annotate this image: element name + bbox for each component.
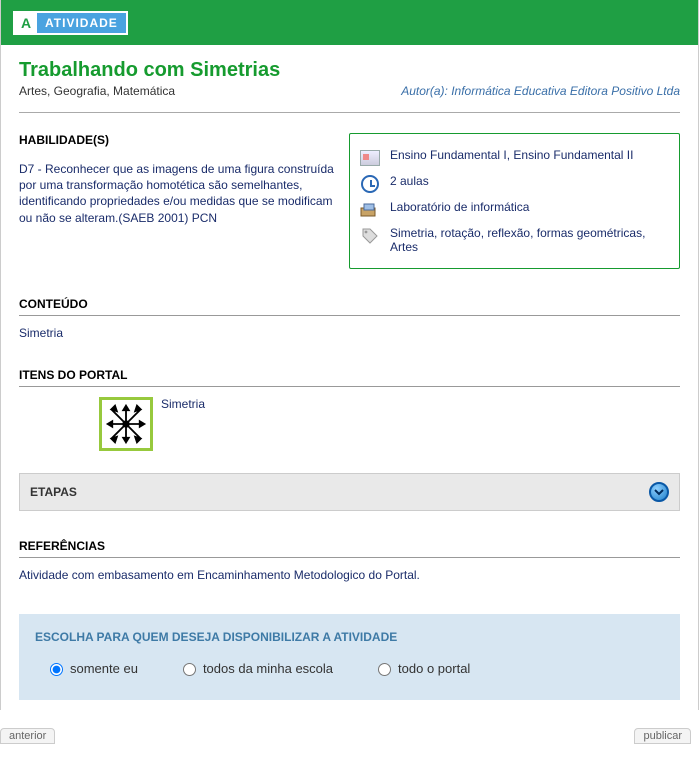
badge-label: ATIVIDADE <box>37 16 126 30</box>
share-radio-school[interactable] <box>183 663 196 676</box>
page-root: A ATIVIDADE Trabalhando com Simetrias Ar… <box>0 0 699 710</box>
info-level-row: Ensino Fundamental I, Ensino Fundamental… <box>360 148 669 168</box>
abilities-heading: HABILIDADE(S) <box>19 133 339 147</box>
etapas-heading: ETAPAS <box>30 485 77 499</box>
header-bar: A ATIVIDADE <box>1 0 698 45</box>
share-radio-portal[interactable] <box>378 663 391 676</box>
refs-text: Atividade com embasamento em Encaminhame… <box>19 568 680 582</box>
conteudo-text: Simetria <box>19 326 680 340</box>
refs-section: REFERÊNCIAS Atividade com embasamento em… <box>19 539 680 582</box>
portal-section: ITENS DO PORTAL <box>19 368 680 451</box>
info-tags: Simetria, rotação, reflexão, formas geom… <box>390 226 669 254</box>
share-option-me[interactable]: somente eu <box>45 660 138 676</box>
divider <box>19 112 680 113</box>
divider <box>19 315 680 316</box>
top-columns: HABILIDADE(S) D7 - Reconhecer que as ima… <box>19 133 680 269</box>
prev-button[interactable]: anterior <box>0 728 55 744</box>
portal-item[interactable]: Simetria <box>99 397 680 451</box>
footer-row: anterior publicar <box>0 726 699 744</box>
author-text: Autor(a): Informática Educativa Editora … <box>401 84 680 98</box>
refs-heading: REFERÊNCIAS <box>19 539 680 553</box>
snowflake-icon <box>104 402 148 446</box>
conteudo-heading: CONTEÚDO <box>19 297 680 311</box>
info-location: Laboratório de informática <box>390 200 669 214</box>
share-box: ESCOLHA PARA QUEM DESEJA DISPONIBILIZAR … <box>19 614 680 700</box>
share-option-portal-label: todo o portal <box>398 661 470 676</box>
subjects-text: Artes, Geografia, Matemática <box>19 84 175 98</box>
portal-heading: ITENS DO PORTAL <box>19 368 680 382</box>
info-duration: 2 aulas <box>390 174 669 188</box>
activity-badge: A ATIVIDADE <box>13 11 128 35</box>
page-title: Trabalhando com Simetrias <box>19 59 680 82</box>
lab-icon <box>360 200 380 220</box>
etapas-toggle-button[interactable] <box>649 482 669 502</box>
abilities-text: D7 - Reconhecer que as imagens de uma fi… <box>19 161 339 226</box>
share-heading: ESCOLHA PARA QUEM DESEJA DISPONIBILIZAR … <box>35 630 664 644</box>
abilities-block: HABILIDADE(S) D7 - Reconhecer que as ima… <box>19 133 339 269</box>
divider <box>19 557 680 558</box>
publish-button[interactable]: publicar <box>634 728 691 744</box>
people-icon <box>360 148 380 168</box>
share-option-portal[interactable]: todo o portal <box>373 660 470 676</box>
badge-letter: A <box>15 12 37 34</box>
share-option-school[interactable]: todos da minha escola <box>178 660 333 676</box>
clock-icon <box>360 174 380 194</box>
tag-icon <box>360 226 380 246</box>
info-location-row: Laboratório de informática <box>360 200 669 220</box>
subtitle-row: Artes, Geografia, Matemática Autor(a): I… <box>19 84 680 98</box>
content-area: Trabalhando com Simetrias Artes, Geograf… <box>1 45 698 710</box>
divider <box>19 386 680 387</box>
etapas-bar: ETAPAS <box>19 473 680 511</box>
info-level: Ensino Fundamental I, Ensino Fundamental… <box>390 148 669 162</box>
info-tags-row: Simetria, rotação, reflexão, formas geom… <box>360 226 669 254</box>
portal-item-label: Simetria <box>161 397 205 411</box>
portal-item-thumb <box>99 397 153 451</box>
share-option-school-label: todos da minha escola <box>203 661 333 676</box>
conteudo-section: CONTEÚDO Simetria <box>19 297 680 340</box>
info-box: Ensino Fundamental I, Ensino Fundamental… <box>349 133 680 269</box>
chevron-down-icon <box>654 487 664 497</box>
share-radios: somente eu todos da minha escola todo o … <box>35 660 664 676</box>
share-option-me-label: somente eu <box>70 661 138 676</box>
share-radio-me[interactable] <box>50 663 63 676</box>
info-duration-row: 2 aulas <box>360 174 669 194</box>
